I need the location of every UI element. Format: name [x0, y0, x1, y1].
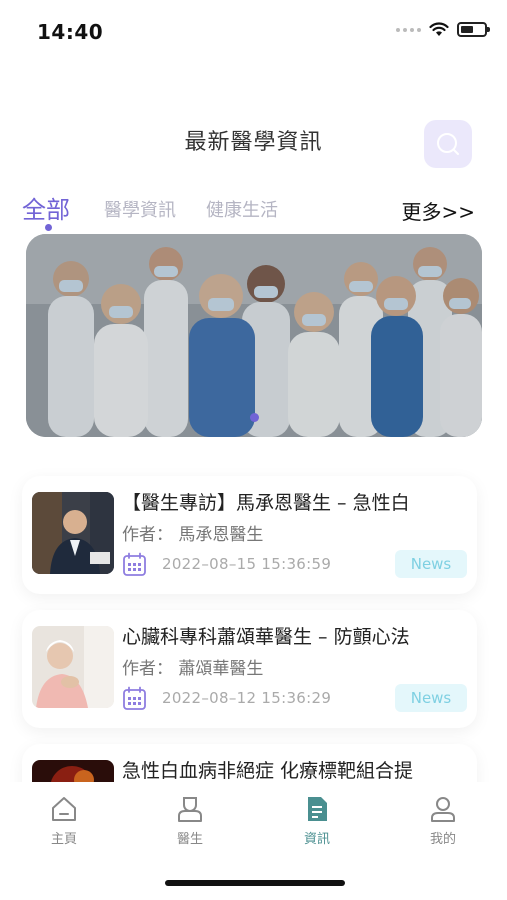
news-title: 心臟科專科蕭頌華醫生 – 防顫心法 [122, 626, 410, 648]
search-icon [437, 133, 459, 155]
news-date: 2022–08–12 15:36:29 [162, 689, 332, 707]
carousel-indicator [250, 413, 259, 422]
nav-item-profile[interactable]: 我的 [403, 794, 483, 847]
news-card[interactable]: 【醫生專訪】馬承恩醫生 – 急性白 作者： 馬承恩醫生 2022–08–15 1… [22, 476, 477, 594]
news-thumbnail [32, 626, 114, 708]
news-title: 急性白血病非絕症 化療標靶組合提 [122, 760, 414, 782]
cellular-signal-icon [396, 27, 421, 32]
wifi-icon [429, 22, 449, 36]
active-tab-indicator [45, 224, 52, 231]
home-indicator[interactable] [165, 880, 345, 886]
more-link[interactable]: 更多>> [401, 196, 475, 225]
news-tag-badge: News [395, 550, 467, 578]
nav-label: 醫生 [176, 832, 203, 847]
tab-all[interactable]: 全部 [22, 190, 70, 225]
battery-icon [457, 22, 490, 37]
news-date: 2022–08–15 15:36:59 [162, 555, 332, 573]
status-bar: 14:40 [0, 0, 507, 60]
tab-medical-info[interactable]: 醫學資訊 [104, 196, 176, 222]
news-thumbnail [32, 492, 114, 574]
search-button[interactable] [424, 120, 472, 168]
home-icon [52, 797, 76, 821]
news-author: 作者： 馬承恩醫生 [122, 525, 264, 545]
tab-healthy-living[interactable]: 健康生活 [206, 196, 278, 222]
nav-item-news[interactable]: 資訊 [277, 794, 357, 847]
banner-carousel[interactable] [26, 234, 482, 437]
profile-icon [431, 797, 455, 822]
news-tag-badge: News [395, 684, 467, 712]
news-title: 【醫生專訪】馬承恩醫生 – 急性白 [122, 492, 410, 514]
nav-item-doctor[interactable]: 醫生 [150, 794, 230, 847]
news-card[interactable]: 心臟科專科蕭頌華醫生 – 防顫心法 作者： 蕭頌華醫生 2022–08–12 1… [22, 610, 477, 728]
status-icons [396, 22, 490, 37]
calendar-icon [123, 552, 146, 576]
banner-image [26, 234, 482, 437]
news-author: 作者： 蕭頌華醫生 [122, 659, 264, 679]
nav-label: 資訊 [303, 832, 330, 847]
status-time: 14:40 [37, 20, 104, 44]
doctor-icon [178, 797, 202, 822]
calendar-icon [123, 686, 146, 710]
nav-label: 主頁 [50, 832, 77, 847]
nav-item-home[interactable]: 主頁 [24, 794, 104, 847]
news-icon [308, 797, 327, 821]
nav-label: 我的 [429, 832, 456, 847]
